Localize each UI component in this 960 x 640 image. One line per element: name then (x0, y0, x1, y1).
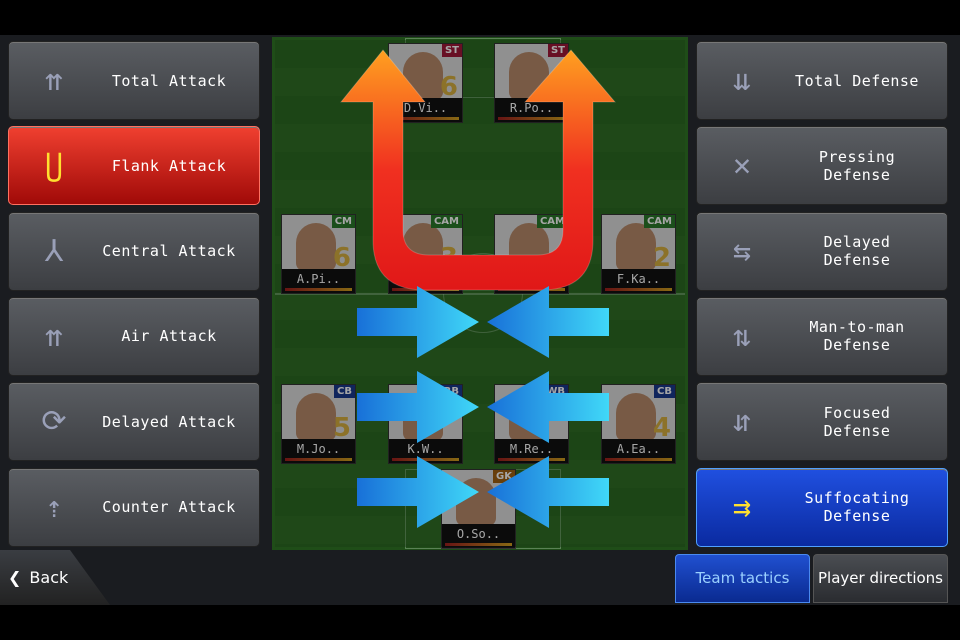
tactic-counter-attack[interactable]: ⇡ Counter Attack (8, 467, 260, 547)
spread-arrows-icon: ⇈ (44, 318, 64, 354)
tactic-delayed-defense[interactable]: ⇆ Delayed Defense (696, 211, 948, 291)
tactic-suffocating-defense[interactable]: ⇉ Suffocating Defense (696, 467, 948, 547)
triple-up-arrows-icon: ⇈ (44, 63, 64, 98)
tactic-total-defense[interactable]: ⇊ Total Defense (696, 41, 948, 120)
tab-player-directions[interactable]: Player directions (813, 554, 948, 603)
tactic-pressing-defense[interactable]: ✕ Pressing Defense (696, 126, 948, 206)
tactic-label: Delayed Attack (102, 412, 236, 431)
u-turn-icon: ⋃ (44, 148, 64, 184)
tab-team-tactics[interactable]: Team tactics (675, 554, 810, 603)
flank-attack-arrow (339, 49, 617, 291)
cycle-icon: ⟳ (41, 404, 67, 440)
tactics-screen: ⇈ Total Attack ⋃ Flank Attack ⅄ Central Attac… (0, 35, 960, 605)
tactic-flank-attack[interactable]: ⋃ Flank Attack (8, 126, 260, 206)
tactic-label: Suffocating Defense (804, 489, 910, 525)
tactic-label: Pressing Defense (818, 147, 896, 184)
tactic-label: Total Attack (111, 71, 227, 90)
tactic-total-attack[interactable]: ⇈ Total Attack (8, 41, 260, 120)
tactic-focused-defense[interactable]: ⇵ Focused Defense (696, 382, 948, 462)
back-button[interactable]: ❮ Back (0, 550, 110, 605)
vertical-arrows-icon: ⇵ (732, 404, 752, 440)
tactic-air-attack[interactable]: ⇈ Air Attack (8, 296, 260, 376)
tactic-label: Focused Defense (823, 403, 891, 440)
tactic-delayed-attack[interactable]: ⟳ Delayed Attack (8, 382, 260, 462)
converging-arrows-icon: ⇉ (732, 489, 752, 525)
merge-up-icon: ⅄ (44, 233, 64, 269)
tactic-label: Man-to-man Defense (809, 318, 905, 355)
tactic-label: Flank Attack (111, 156, 227, 175)
fork-arrows-icon: ⇡ (44, 489, 64, 525)
left-right-arrows-icon: ⇆ (732, 233, 752, 269)
compress-icon: ✕ (732, 148, 752, 184)
tactic-central-attack[interactable]: ⅄ Central Attack (8, 211, 260, 291)
chevron-left-icon: ❮ (8, 568, 22, 587)
up-down-arrows-icon: ⇅ (732, 318, 752, 354)
tactic-label: Air Attack (121, 327, 217, 346)
tactic-label: Total Defense (795, 71, 919, 90)
tactic-man-to-man-defense[interactable]: ⇅ Man-to-man Defense (696, 296, 948, 376)
tactic-label: Delayed Defense (823, 233, 891, 270)
triple-down-arrows-icon: ⇊ (732, 63, 752, 98)
tactic-arrows (339, 49, 617, 528)
pitch: ST6D.Vi..STR.Po..CM6A.Pi..CAM3W.Ov..CAMW… (272, 37, 688, 550)
tactic-label: Central Attack (102, 242, 236, 261)
tactic-label: Counter Attack (102, 498, 236, 516)
suffocating-defense-arrows (357, 286, 609, 528)
